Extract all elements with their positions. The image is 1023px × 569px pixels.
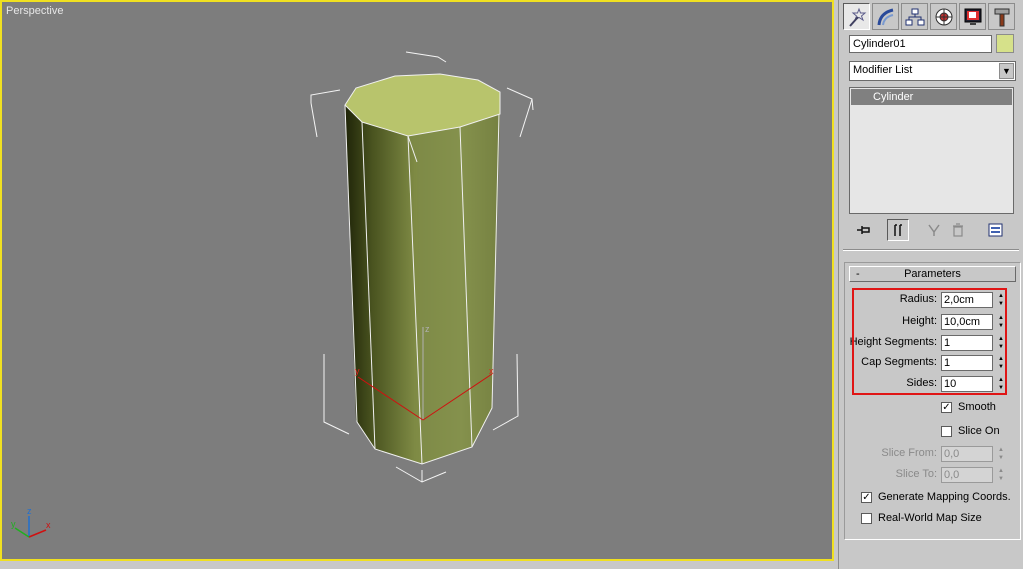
slice-to-label: Slice To:	[895, 468, 937, 480]
smooth-checkbox[interactable]: ✓	[941, 402, 952, 413]
gizmo-label-z: z	[27, 506, 32, 516]
chevron-down-icon: ▼	[999, 63, 1014, 79]
gizmo-axis-y	[14, 527, 30, 538]
sides-spinner[interactable]: ▲ ▼	[996, 376, 1006, 392]
display-monitor-icon	[964, 8, 981, 25]
modifier-list-dropdown[interactable]: Modifier List ▼	[849, 61, 1016, 81]
show-end-result-icon	[894, 224, 902, 236]
hammer-icon	[994, 8, 1009, 26]
sides-label: Sides:	[906, 377, 937, 389]
parameters-title: Parameters	[904, 268, 961, 280]
parameters-rollout-header[interactable]: - Parameters	[849, 266, 1016, 282]
perspective-viewport[interactable]: Perspective z x y z x y	[0, 0, 834, 561]
radius-label: Radius:	[899, 293, 937, 305]
panel-separator	[843, 249, 1019, 251]
modify-bend-icon	[877, 8, 893, 25]
cap-segments-row: Cap Segments:	[849, 355, 937, 371]
height-segments-input[interactable]: 1	[941, 335, 993, 351]
tab-display[interactable]	[959, 3, 986, 30]
cap-segments-spinner[interactable]: ▲ ▼	[996, 355, 1006, 371]
slice-from-row: Slice From:	[849, 446, 937, 462]
pivot-label-y: y	[355, 366, 360, 376]
motion-wheel-icon	[935, 8, 952, 25]
stack-item-cylinder[interactable]: Cylinder	[851, 89, 1012, 105]
world-axis-gizmo: z x y	[11, 506, 51, 538]
tab-hierarchy[interactable]	[901, 3, 928, 30]
slice-to-input[interactable]: 0,0	[941, 467, 993, 483]
radius-row: Radius:	[849, 292, 937, 308]
modifier-stack-list[interactable]: Cylinder	[849, 87, 1014, 214]
slice-to-row: Slice To:	[849, 467, 937, 483]
make-unique-button[interactable]	[923, 219, 945, 241]
height-spinner[interactable]: ▲ ▼	[996, 314, 1006, 330]
generate-mapping-checkbox[interactable]: ✓	[861, 492, 872, 503]
pin-icon	[857, 226, 870, 234]
pin-stack-button[interactable]	[853, 219, 875, 241]
tab-modify[interactable]	[872, 3, 899, 30]
height-input[interactable]: 10,0cm	[941, 314, 993, 330]
tab-utilities[interactable]	[988, 3, 1015, 30]
object-name-field[interactable]: Cylinder01	[849, 35, 992, 53]
tab-motion[interactable]	[930, 3, 957, 30]
remove-modifier-button[interactable]	[947, 219, 969, 241]
selection-bracket	[492, 353, 519, 431]
pivot-label-x: x	[489, 366, 494, 376]
slice-from-spinner[interactable]: ▲ ▼	[996, 446, 1006, 462]
cap-segments-label: Cap Segments:	[861, 356, 937, 368]
viewport-scene: z x y z x y	[11, 51, 534, 538]
object-color-swatch[interactable]	[996, 34, 1014, 53]
viewport-bottom-strip	[0, 561, 838, 569]
real-world-map-checkbox[interactable]	[861, 513, 872, 524]
radius-spinner[interactable]: ▲ ▼	[996, 292, 1006, 308]
slice-from-label: Slice From:	[881, 447, 937, 459]
modifier-list-label: Modifier List	[853, 64, 913, 76]
command-panel-tabs	[843, 3, 1019, 31]
gizmo-axis-x	[28, 529, 47, 538]
radius-input[interactable]: 2,0cm	[941, 292, 993, 308]
selection-bracket	[323, 354, 350, 435]
configure-sets-icon	[988, 223, 1003, 237]
selection-bracket	[395, 466, 447, 483]
wand-star-icon	[848, 7, 866, 27]
cylinder-front-face	[408, 114, 499, 464]
slice-from-input[interactable]: 0,0	[941, 446, 993, 462]
show-end-result-button[interactable]	[887, 219, 909, 241]
sides-input[interactable]: 10	[941, 376, 993, 392]
hierarchy-icon	[905, 8, 924, 25]
pivot-label-z: z	[425, 324, 430, 334]
height-segments-row: Height Segments:	[849, 335, 937, 351]
selection-bracket	[310, 102, 318, 138]
slice-on-checkbox[interactable]	[941, 426, 952, 437]
gizmo-label-y: y	[11, 519, 16, 529]
make-unique-icon	[928, 224, 940, 236]
slice-to-spinner[interactable]: ▲ ▼	[996, 467, 1006, 483]
smooth-label[interactable]: Smooth	[958, 401, 996, 413]
gizmo-label-x: x	[46, 520, 51, 530]
height-label: Height:	[902, 315, 937, 327]
command-panel: Cylinder01 Modifier List ▼ Cylinder - Pa…	[838, 0, 1023, 569]
height-row: Height:	[849, 314, 937, 330]
selection-bracket	[519, 98, 533, 138]
sides-row: Sides:	[849, 376, 937, 392]
generate-mapping-label[interactable]: Generate Mapping Coords.	[878, 491, 1011, 503]
height-segments-label: Height Segments:	[849, 336, 937, 348]
cap-segments-input[interactable]: 1	[941, 355, 993, 371]
selection-bracket	[405, 51, 447, 63]
configure-modifier-sets-button[interactable]	[985, 219, 1007, 241]
tab-create[interactable]	[843, 3, 870, 30]
selection-bracket	[310, 89, 341, 103]
height-segments-spinner[interactable]: ▲ ▼	[996, 335, 1006, 351]
real-world-map-label[interactable]: Real-World Map Size	[878, 512, 982, 524]
slice-on-label[interactable]: Slice On	[958, 425, 1000, 437]
trash-icon	[953, 223, 963, 237]
stack-toolbar	[849, 219, 1014, 241]
